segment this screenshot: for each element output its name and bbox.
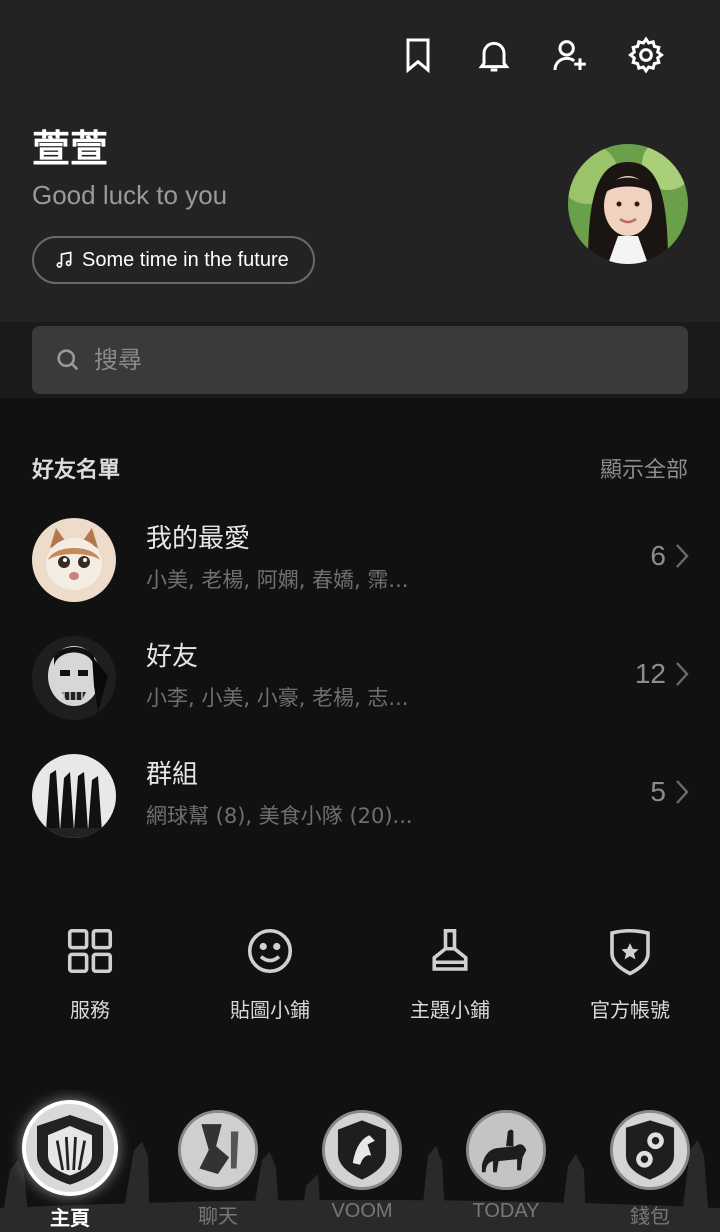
friend-group-members: 小李, 小美, 小豪, 老楊, 志... (146, 686, 409, 710)
search-bar[interactable] (32, 326, 688, 394)
friend-group-favorites[interactable]: 我的最愛 小美, 老楊, 阿嫻, 春嬌, 霈... 6 (0, 512, 720, 612)
sticker-shop-label: 貼圖小鋪 (230, 998, 310, 1022)
tab-wallet-label: 錢包 (630, 1206, 670, 1228)
shield-star-icon (610, 928, 650, 976)
friend-group-groups[interactable]: 群組 網球幫 (8), 美食小隊 (20)... 5 (0, 748, 720, 848)
friend-group-count: 5 (650, 776, 666, 807)
bottom-tab-bar: 主頁 聊天 VOOM TODAY 錢包 (0, 1090, 720, 1232)
home-tab-icon (22, 1100, 118, 1196)
groups-thumbnail (32, 754, 116, 838)
friend-group-name: 好友 (146, 642, 199, 672)
official-accounts-label: 官方帳號 (590, 998, 670, 1022)
today-tab-icon (466, 1110, 546, 1190)
wallet-tab-icon (610, 1110, 690, 1190)
tab-today-label: TODAY (472, 1200, 540, 1222)
friend-group-members: 網球幫 (8), 美食小隊 (20)... (146, 804, 413, 828)
friend-group-name: 我的最愛 (146, 524, 251, 554)
friend-group-count: 12 (634, 658, 666, 689)
search-input[interactable] (94, 346, 654, 374)
top-toolbar (380, 32, 684, 78)
tab-chats-label: 聊天 (198, 1206, 238, 1228)
chevron-right-icon (676, 780, 689, 804)
chats-tab-icon (178, 1110, 258, 1190)
music-note-icon (56, 251, 72, 268)
smiley-icon (247, 928, 293, 974)
search-area (0, 322, 720, 398)
tab-home[interactable]: 主頁 (20, 1100, 120, 1231)
friend-group-count: 6 (650, 540, 666, 571)
grid-icon (67, 928, 113, 974)
tab-home-label: 主頁 (50, 1206, 90, 1230)
brush-icon (432, 928, 468, 971)
friends-thumbnail (32, 636, 116, 720)
favorites-thumbnail (32, 518, 116, 602)
friend-group-members: 小美, 老楊, 阿嫻, 春嬌, 霈... (146, 568, 409, 592)
profile-status-message[interactable]: Good luck to you (32, 180, 227, 211)
theme-shop-button[interactable]: 主題小鋪 (360, 924, 540, 1023)
gear-icon[interactable] (608, 32, 684, 78)
voom-tab-icon (322, 1110, 402, 1190)
theme-shop-label: 主題小鋪 (410, 998, 490, 1022)
official-accounts-button[interactable]: 官方帳號 (540, 924, 720, 1023)
bell-icon[interactable] (456, 32, 532, 78)
friend-group-friends[interactable]: 好友 小李, 小美, 小豪, 老楊, 志... 12 (0, 630, 720, 730)
add-friend-icon[interactable] (532, 32, 608, 78)
profile-name[interactable]: 萱萱 (32, 118, 108, 173)
services-label: 服務 (70, 998, 110, 1022)
chevron-right-icon (676, 662, 689, 686)
tab-today[interactable]: TODAY (456, 1110, 556, 1223)
profile-music-button[interactable]: Some time in the future (32, 236, 315, 284)
tab-wallet[interactable]: 錢包 (600, 1110, 700, 1229)
profile-music-label: Some time in the future (82, 248, 289, 271)
tab-voom[interactable]: VOOM (312, 1110, 412, 1223)
profile-header: 萱萱 Good luck to you Some time in the fut… (0, 0, 720, 322)
show-all-link[interactable]: 顯示全部 (600, 452, 688, 484)
bookmark-icon[interactable] (380, 32, 456, 78)
tab-voom-label: VOOM (331, 1200, 393, 1222)
tab-chats[interactable]: 聊天 (168, 1110, 268, 1229)
friend-group-name: 群組 (146, 760, 199, 790)
sticker-shop-button[interactable]: 貼圖小鋪 (180, 924, 360, 1023)
search-icon (57, 349, 79, 371)
services-button[interactable]: 服務 (0, 924, 180, 1023)
friend-list-title: 好友名單 (32, 458, 121, 483)
chevron-right-icon (676, 544, 689, 568)
profile-avatar[interactable] (568, 144, 688, 264)
